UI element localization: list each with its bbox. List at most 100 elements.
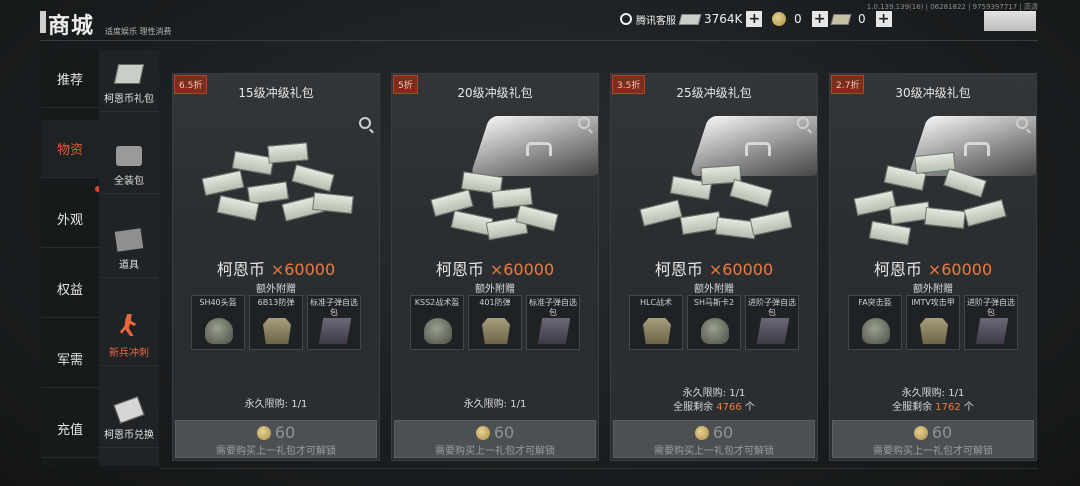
purchase-limit: 永久限购: 1/1 [682,388,746,399]
bonus-label: 额外附赠 [913,284,953,295]
bonus-item[interactable]: 401防弹 [468,295,522,350]
server-remaining: 全服剩余 1762 个 [830,401,1036,415]
nav-item-benefits[interactable]: 权益 [41,260,99,318]
add-ticket-button[interactable]: + [875,11,892,27]
bonus-item-label: 进阶子弹自选包 [748,298,796,317]
vest-icon [482,318,510,344]
remain-label: 全服剩余 [892,402,933,413]
bonus-item-label: IMTV攻击甲 [911,298,955,307]
nav-item-recommend[interactable]: 推荐 [41,50,99,108]
amount-row: 柯恩币 ×60000 [173,256,379,280]
subnav-label: 柯恩币礼包 [104,94,154,105]
bonus-label: 额外附赠 [694,284,734,295]
coin-icon [694,425,709,440]
search-icon[interactable] [797,117,809,129]
currency-name: 柯恩币 [216,260,265,279]
footer-divider [160,468,1038,469]
currency-qty: ×60000 [270,260,336,279]
bill-stack [749,210,793,236]
subnav-label: 道具 [119,260,139,271]
subnav-item-items[interactable]: 道具 [99,220,159,278]
vest-icon [263,318,291,344]
bonus-item[interactable]: 标准子弹自选包 [307,295,361,350]
bonus-item-label: 标准子弹自选包 [529,298,577,317]
items-icon [114,228,144,252]
bonus-label: 额外附赠 [256,284,296,295]
subnav-item-cohen-pack[interactable]: 柯恩币礼包 [99,54,159,112]
buy-button[interactable]: 60 需要购买上一礼包才可解锁 [175,420,377,458]
purchase-limit: 永久限购: 1/1 [244,399,308,410]
bonus-item-label: SH40头盔 [199,298,237,307]
remain-unit: 个 [963,402,974,413]
nav-item-military[interactable]: 军需 [41,330,99,388]
customer-service-link[interactable]: 腾讯客服 3764K + [620,11,763,27]
bonus-item-label: 401防弹 [479,298,511,307]
subnav-item-full-kit[interactable]: 全装包 [99,136,159,194]
nav-item-appearance[interactable]: 外观 [41,190,99,248]
amount-row: 柯恩币 ×60000 [392,256,598,280]
buy-button[interactable]: 60 需要购买上一礼包才可解锁 [394,420,596,458]
header: 商城 适度娱乐 理性消费 1.0.139.139(16) | 06281822 … [0,0,1080,40]
bonus-item[interactable]: 6B13防弹 [249,295,303,350]
add-cohen-button[interactable]: + [746,11,763,27]
bonus-item[interactable]: 进阶子弹自选包 [964,295,1018,350]
currency-qty: ×60000 [927,260,993,279]
page-subtitle: 适度娱乐 理性消费 [105,27,172,36]
bonus-item-label: KSS2战术盔 [414,298,460,307]
currency-name: 柯恩币 [873,260,922,279]
bill-stack [924,206,966,230]
bonus-item[interactable]: KSS2战术盔 [410,295,464,350]
nav-item-recharge[interactable]: 充值 [41,400,99,458]
add-coin-button[interactable]: + [811,11,828,27]
bonus-item[interactable]: SH马斯卡2 [687,295,741,350]
helmet-icon [424,318,452,344]
buy-button[interactable]: 60 需要购买上一礼包才可解锁 [832,420,1034,458]
subnav-item-recruit-sprint[interactable]: 新兵冲刺 [99,308,159,366]
currency-value-coin: 0 [794,12,802,26]
search-icon[interactable] [578,117,590,129]
bonus-item[interactable]: SH40头盔 [191,295,245,350]
bill-stack [267,142,309,164]
coin-icon [475,425,490,440]
coin-icon [772,12,786,26]
currency-coin: 0 + [772,11,828,27]
price: 60 [274,423,296,442]
bonus-item[interactable]: IMTV攻击甲 [906,295,960,350]
header-divider [40,40,1038,41]
pack-card-15[interactable]: 6.5折 15级冲级礼包 柯恩币 ×60000 额外附赠 SH40头盔 6B13防… [172,73,380,461]
pack-card-30[interactable]: 2.7折 30级冲级礼包 柯恩币 ×60000 额外附赠 FA突击盔 IMTV攻击… [829,73,1037,461]
exchange-icon [113,396,145,424]
lock-text: 需要购买上一礼包才可解锁 [216,446,336,457]
bonus-item[interactable]: 标准子弹自选包 [526,295,580,350]
bonus-row: SH40头盔 6B13防弹 标准子弹自选包 [191,295,361,350]
bonus-row: FA突击盔 IMTV攻击甲 进阶子弹自选包 [848,295,1018,350]
server-remaining: 全服剩余 4766 个 [611,401,817,415]
search-icon[interactable] [359,117,371,129]
currency-qty: ×60000 [708,260,774,279]
exit-button[interactable] [984,11,1036,31]
bonus-item-label: 进阶子弹自选包 [967,298,1015,317]
pack-card-20[interactable]: 5折 20级冲级礼包 柯恩币 ×60000 额外附赠 KSS2战术盔 401防弹 … [391,73,599,461]
subnav-label: 新兵冲刺 [109,348,149,359]
bonus-item[interactable]: HLC战术 [629,295,683,350]
page-title: 商城 [48,14,95,39]
bonus-item[interactable]: 进阶子弹自选包 [745,295,799,350]
buy-button[interactable]: 60 需要购买上一礼包才可解锁 [613,420,815,458]
card-title: 25级冲级礼包 [676,86,752,100]
back-button[interactable] [40,11,46,33]
search-icon[interactable] [1016,117,1028,129]
currency-value-ticket: 0 [858,12,866,26]
purchase-limit: 永久限购: 1/1 [901,388,965,399]
bills-icon [113,64,145,84]
bonus-item-label: 标准子弹自选包 [310,298,358,317]
bonus-row: HLC战术 SH马斯卡2 进阶子弹自选包 [629,295,799,350]
bonus-item[interactable]: FA突击盔 [848,295,902,350]
main-nav: 推荐 物资 外观 权益 军需 充值 [41,50,99,466]
ammo-crate-icon [975,318,1009,344]
subnav-item-cohen-exchange[interactable]: 柯恩币兑换 [99,390,159,448]
pack-card-25[interactable]: 3.5折 25级冲级礼包 柯恩币 ×60000 额外附赠 HLC战术 SH马斯卡2… [610,73,818,461]
briefcase-handle [745,142,771,156]
nav-item-supplies[interactable]: 物资 [41,120,99,178]
bill-stack [639,199,683,227]
bill-icon [678,13,702,25]
